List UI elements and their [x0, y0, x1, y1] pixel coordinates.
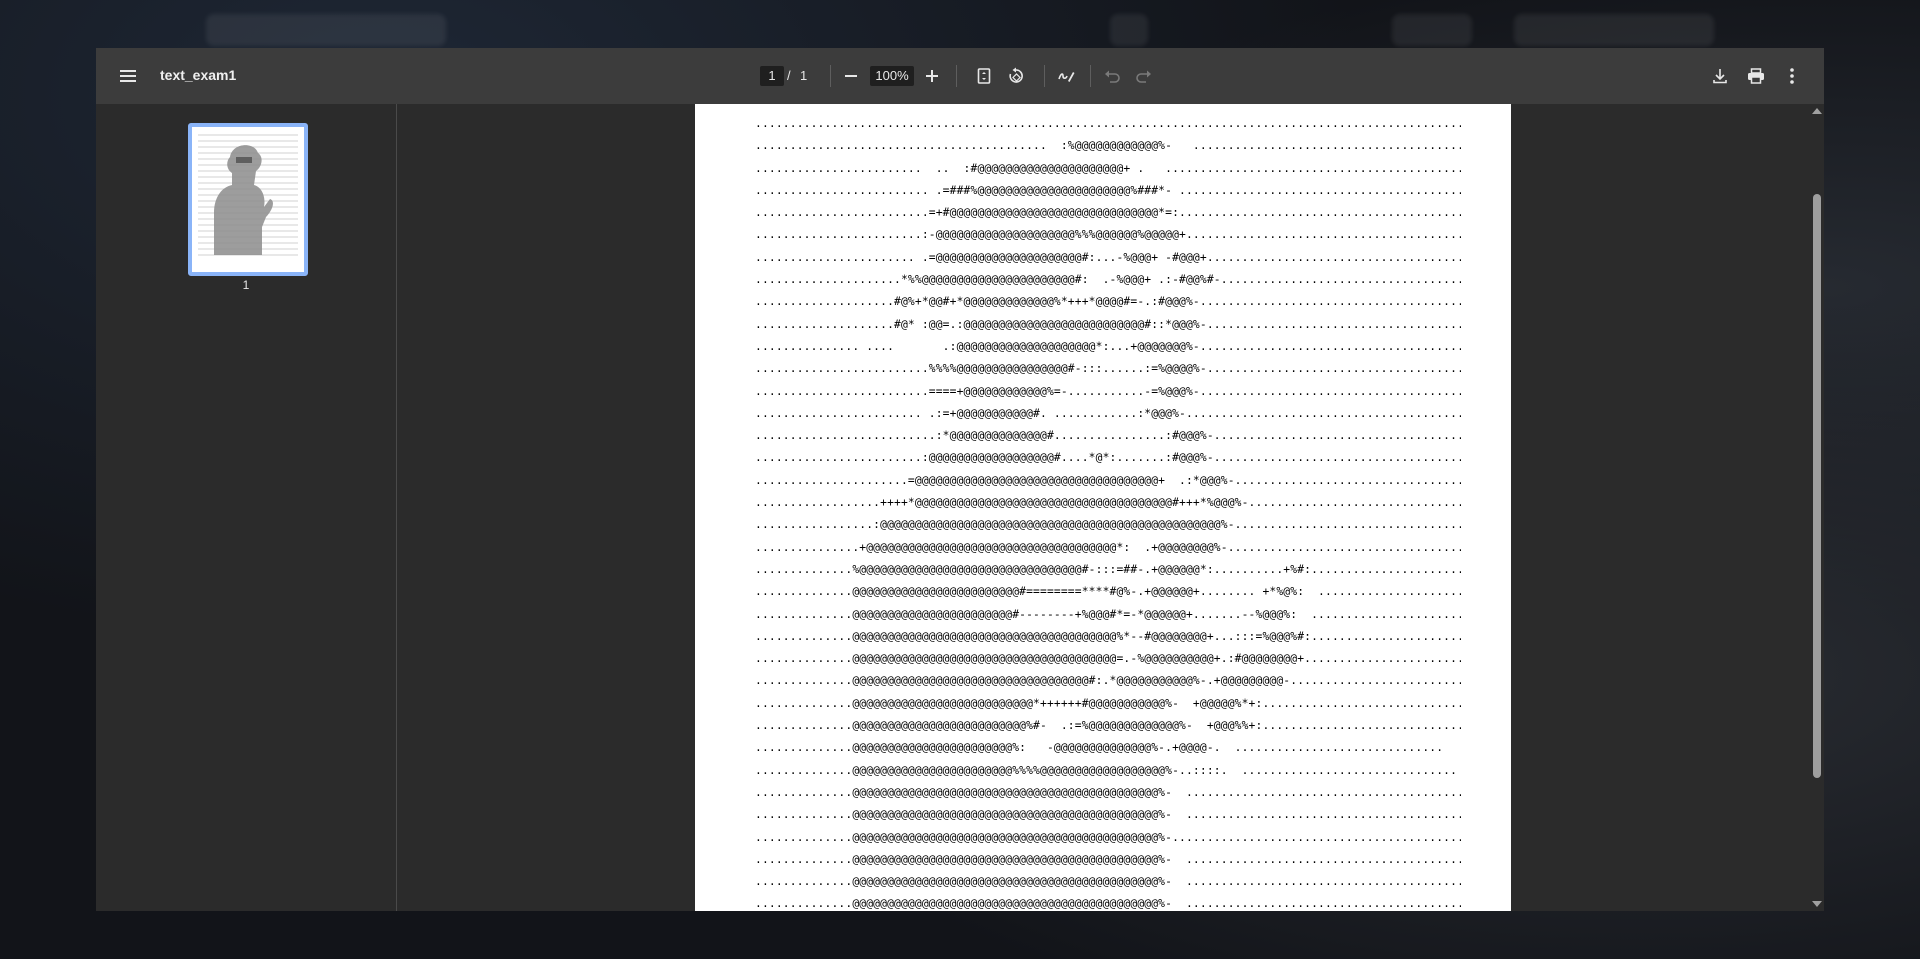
scrollbar-thumb[interactable]	[1813, 194, 1821, 778]
fit-page-icon[interactable]	[972, 64, 996, 88]
document-title: text_exam1	[160, 67, 237, 83]
rotate-counterclockwise-icon[interactable]	[1004, 64, 1028, 88]
download-icon[interactable]	[1708, 64, 1732, 88]
current-page-input[interactable]: 1	[760, 66, 784, 86]
zoom-level-input[interactable]: 100%	[870, 66, 914, 86]
vertical-scrollbar[interactable]	[1810, 104, 1824, 911]
ascii-art-text: ........................................…	[755, 117, 1461, 911]
total-pages: 1	[800, 68, 808, 83]
plus-icon[interactable]	[920, 64, 944, 88]
pdf-toolbar: text_exam1 1 / 1 100%	[96, 48, 1824, 104]
pdf-viewer-window: text_exam1 1 / 1 100% 1 ................…	[96, 48, 1824, 911]
more-vertical-icon[interactable]	[1780, 64, 1804, 88]
hamburger-menu-icon[interactable]	[116, 64, 140, 88]
minus-icon[interactable]	[839, 64, 863, 88]
thumbnail-page-number: 1	[242, 278, 250, 292]
background-tab	[1392, 14, 1472, 46]
background-tab-strip	[206, 14, 446, 46]
background-tab-strip	[1514, 14, 1714, 46]
draw-icon[interactable]	[1054, 64, 1078, 88]
page-separator: /	[787, 68, 791, 83]
scroll-up-arrow-icon[interactable]	[1812, 108, 1822, 114]
scroll-down-arrow-icon[interactable]	[1812, 901, 1822, 907]
thumbnail-sidebar: 1	[96, 104, 397, 911]
toolbar-divider	[1044, 65, 1045, 87]
document-page: ........................................…	[695, 104, 1511, 911]
background-tab	[1110, 14, 1148, 46]
toolbar-divider	[956, 65, 957, 87]
thumbnail-preview-image	[198, 134, 298, 256]
undo-icon[interactable]	[1100, 64, 1124, 88]
toolbar-divider	[830, 65, 831, 87]
redo-icon[interactable]	[1132, 64, 1156, 88]
document-viewer: ........................................…	[397, 104, 1824, 911]
toolbar-divider	[1090, 65, 1091, 87]
page-thumbnail[interactable]	[188, 123, 308, 276]
print-icon[interactable]	[1744, 64, 1768, 88]
